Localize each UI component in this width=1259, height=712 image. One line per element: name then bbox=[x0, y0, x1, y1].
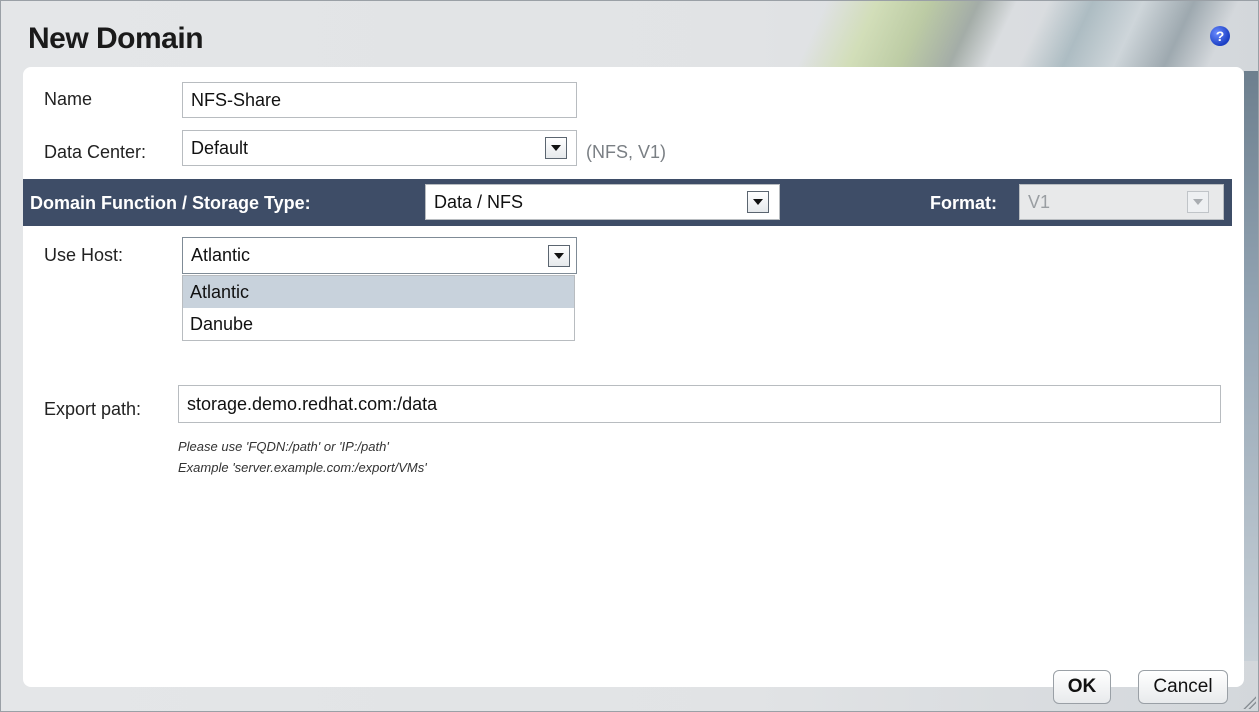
option-danube[interactable]: Danube bbox=[183, 308, 574, 340]
export-path-hint-2: Example 'server.example.com:/export/VMs' bbox=[178, 460, 427, 475]
name-input[interactable]: NFS-Share bbox=[182, 82, 577, 118]
data-center-dropdown-button[interactable] bbox=[545, 137, 567, 159]
domain-function-label: Domain Function / Storage Type: bbox=[30, 193, 311, 213]
new-domain-dialog: New Domain ? Name NFS-Share Data Center:… bbox=[0, 0, 1259, 712]
format-label: Format: bbox=[930, 193, 997, 213]
data-center-label: Data Center: bbox=[44, 142, 147, 162]
use-host-label: Use Host: bbox=[44, 245, 124, 265]
chevron-down-icon bbox=[1193, 199, 1203, 205]
option-atlantic[interactable]: Atlantic bbox=[183, 276, 574, 308]
resize-grip-icon[interactable] bbox=[1242, 695, 1256, 709]
ok-button[interactable]: OK bbox=[1053, 670, 1111, 704]
domain-function-select[interactable]: Data / NFS bbox=[425, 184, 780, 220]
name-label: Name bbox=[44, 89, 93, 109]
help-icon[interactable]: ? bbox=[1210, 26, 1230, 46]
use-host-options: Atlantic Danube bbox=[182, 275, 575, 341]
use-host-select[interactable]: Atlantic bbox=[182, 237, 577, 274]
header-decoration bbox=[701, 1, 1258, 71]
cancel-button[interactable]: Cancel bbox=[1138, 670, 1228, 704]
export-path-input[interactable]: storage.demo.redhat.com:/data bbox=[178, 385, 1221, 423]
data-center-select[interactable]: Default bbox=[182, 130, 577, 166]
chevron-down-icon bbox=[753, 199, 763, 205]
export-path-hint-1: Please use 'FQDN:/path' or 'IP:/path' bbox=[178, 439, 389, 454]
background-strip bbox=[1244, 71, 1258, 661]
export-path-label: Export path: bbox=[44, 399, 142, 419]
use-host-dropdown-button[interactable] bbox=[548, 245, 570, 267]
format-dropdown-button[interactable] bbox=[1187, 191, 1209, 213]
chevron-down-icon bbox=[551, 145, 561, 151]
dialog-title: New Domain bbox=[28, 22, 204, 55]
domain-function-dropdown-button[interactable] bbox=[747, 191, 769, 213]
chevron-down-icon bbox=[554, 253, 564, 259]
data-center-hint: (NFS, V1) bbox=[586, 142, 667, 162]
